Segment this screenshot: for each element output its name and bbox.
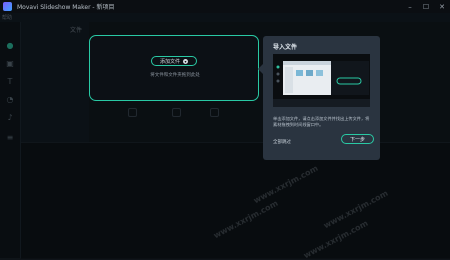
window-title: Movavi Slideshow Maker - 新项目 [17,4,115,11]
next-button[interactable]: 下一步 [341,134,374,144]
add-files-button[interactable]: 添加文件 ▾ [151,56,197,66]
tour-card: 导入文件 单击添加文件，请点击添加文件并找出上传文件，将素材拖拽到时间线窗口中。… [263,36,380,160]
minimize-icon[interactable]: – [402,0,418,13]
app-logo-icon [3,2,12,11]
tour-description: 单击添加文件，请点击添加文件并找出上传文件，将素材拖拽到时间线窗口中。 [273,116,370,127]
close-icon[interactable]: ✕ [434,0,450,13]
drop-hint: 将文件和文件夹拖到此处 [150,73,200,78]
add-files-label: 添加文件 [159,58,180,65]
window-controls: – ☐ ✕ [402,0,450,13]
tour-preview-image [273,54,370,107]
title-bar: Movavi Slideshow Maker - 新项目 – ☐ ✕ [0,0,450,13]
maximize-icon[interactable]: ☐ [418,0,434,13]
tour-preview-illustration [273,54,370,107]
drop-zone[interactable]: 添加文件 ▾ 将文件和文件夹拖到此处 [89,35,259,101]
skip-all-link[interactable]: 全部跳过 [273,139,291,145]
tour-title: 导入文件 [273,44,298,51]
chevron-down-icon[interactable]: ▾ [183,58,188,64]
